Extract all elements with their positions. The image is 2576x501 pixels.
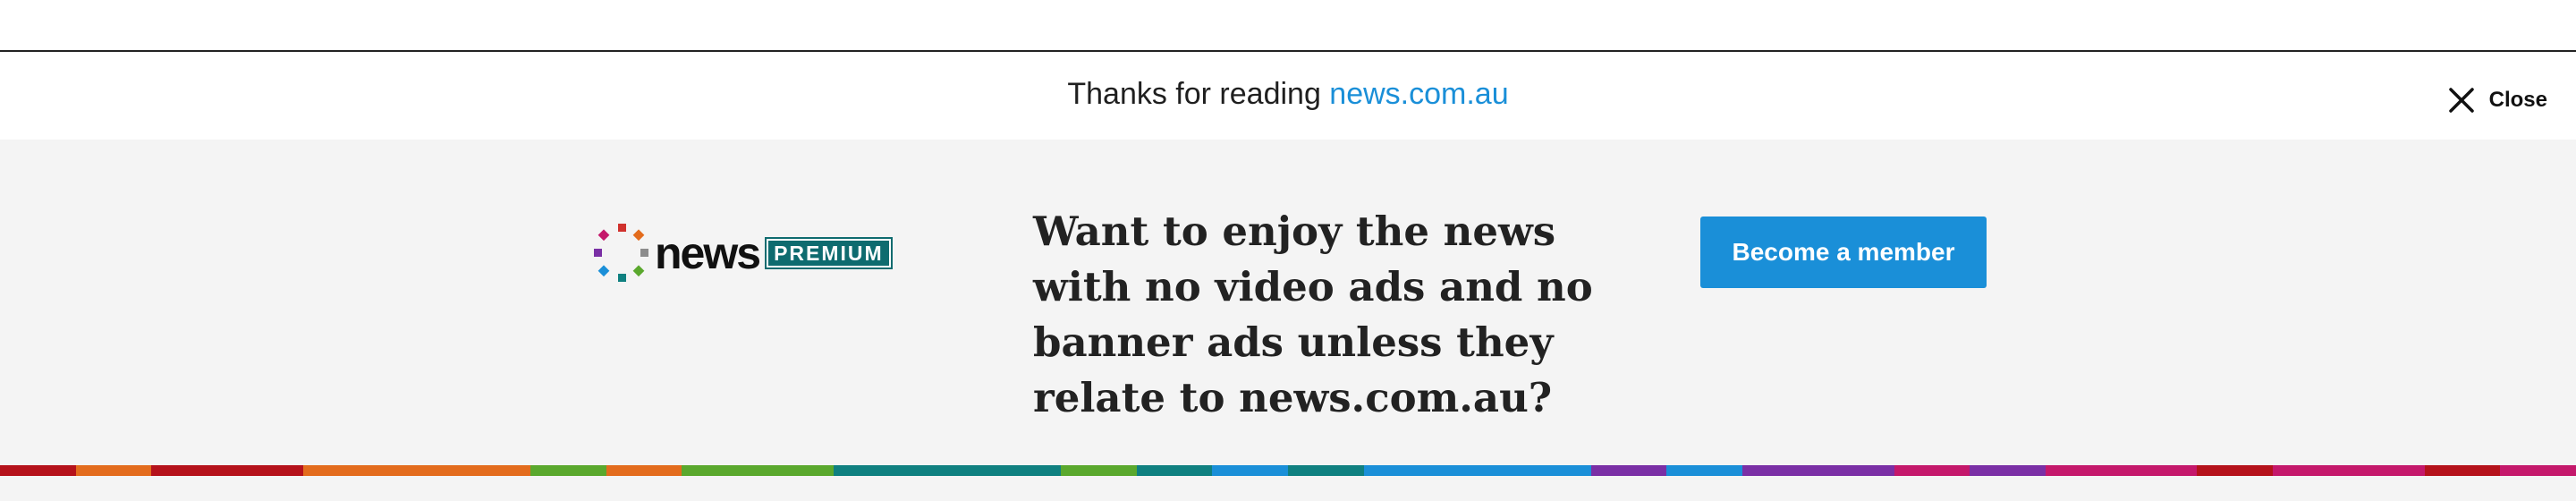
stripe-segment xyxy=(454,465,530,476)
stripe-segment xyxy=(2045,465,2122,476)
stripe-segment xyxy=(2197,465,2274,476)
premium-badge: PREMIUM xyxy=(765,237,893,269)
thanks-prefix: Thanks for reading xyxy=(1067,77,1330,111)
below-area xyxy=(0,476,2576,501)
thanks-bar: Thanks for reading news.com.au Close xyxy=(0,52,2576,140)
stripe-segment xyxy=(1970,465,2046,476)
stripe-segment xyxy=(2121,465,2198,476)
stripe-segment xyxy=(530,465,606,476)
logo-wordmark: news xyxy=(655,228,761,278)
stripe-segment xyxy=(1818,465,1894,476)
stripe-segment xyxy=(1212,465,1288,476)
stripe-segment xyxy=(1515,465,1591,476)
news-premium-logo: news PREMIUM xyxy=(590,222,893,284)
promo-headline: Want to enjoy the news with no video ads… xyxy=(1033,208,1593,421)
premium-promo: news PREMIUM Want to enjoy the news with… xyxy=(0,140,2576,465)
stripe-segment xyxy=(1439,465,1516,476)
stripe-segment xyxy=(1666,465,1743,476)
stripe-segment xyxy=(1590,465,1667,476)
stripe-segment xyxy=(378,465,455,476)
stripe-segment xyxy=(985,465,1061,476)
stripe-segment xyxy=(1363,465,1440,476)
stripe-segment xyxy=(833,465,910,476)
news-dots-icon xyxy=(594,224,648,282)
stripe-segment xyxy=(2424,465,2501,476)
top-strip xyxy=(0,0,2576,52)
stripe-segment xyxy=(1136,465,1213,476)
stripe-segment xyxy=(2348,465,2425,476)
stripe-segment xyxy=(1742,465,1818,476)
become-member-button[interactable]: Become a member xyxy=(1700,217,1987,288)
stripe-segment xyxy=(75,465,152,476)
stripe-segment xyxy=(1287,465,1364,476)
stripe-segment xyxy=(909,465,986,476)
site-link[interactable]: news.com.au xyxy=(1329,77,1508,111)
stripe-segment xyxy=(758,465,834,476)
stripe-segment xyxy=(302,465,379,476)
stripe-segment xyxy=(0,465,76,476)
close-label: Close xyxy=(2488,88,2547,112)
stripe-segment xyxy=(1060,465,1137,476)
close-button[interactable]: Close xyxy=(2448,82,2547,118)
stripe-segment xyxy=(227,465,303,476)
colour-stripe xyxy=(0,465,2576,476)
stripe-segment xyxy=(1894,465,1970,476)
stripe-segment xyxy=(2273,465,2349,476)
thanks-message: Thanks for reading news.com.au xyxy=(0,77,2576,112)
close-x-icon xyxy=(2448,88,2474,113)
stripe-segment xyxy=(2500,465,2576,476)
stripe-segment xyxy=(606,465,682,476)
stripe-segment xyxy=(682,465,758,476)
stripe-segment xyxy=(151,465,228,476)
